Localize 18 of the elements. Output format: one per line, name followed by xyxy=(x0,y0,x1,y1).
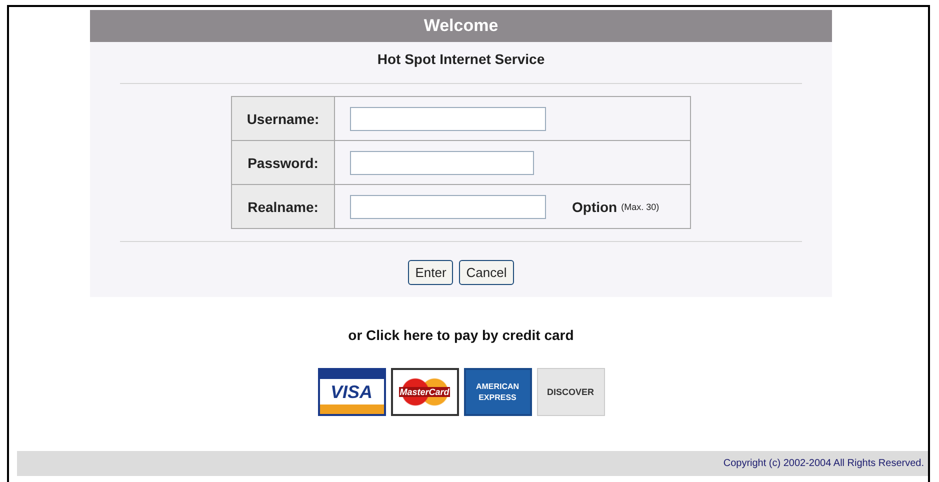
visa-card-logo[interactable]: VISA xyxy=(318,368,386,416)
option-note: Option xyxy=(572,198,618,214)
input-field[interactable] xyxy=(350,106,546,130)
form-button[interactable]: Enter xyxy=(408,260,454,285)
input-field[interactable] xyxy=(350,194,546,218)
mastercard-logo[interactable]: MasterCard xyxy=(390,368,458,416)
max-length-note: (Max. 30) xyxy=(621,202,660,212)
service-title: Hot Spot Internet Service xyxy=(377,51,545,67)
welcome-header: Welcome xyxy=(90,10,832,42)
copyright-text: Copyright (c) 2002-2004 All Rights Reserved. xyxy=(723,458,924,469)
amex-card-logo[interactable]: AMERICAN EXPRESS xyxy=(464,368,532,416)
input-field[interactable] xyxy=(350,150,534,174)
discover-card-logo[interactable]: DISCOVER xyxy=(536,368,604,416)
pay-by-card-link[interactable]: or Click here to pay by credit card xyxy=(348,327,574,343)
field-label: Password: xyxy=(232,140,334,184)
field-label: Username: xyxy=(232,96,334,140)
field-label: Realname: xyxy=(232,184,334,228)
form-button[interactable]: Cancel xyxy=(459,260,514,285)
